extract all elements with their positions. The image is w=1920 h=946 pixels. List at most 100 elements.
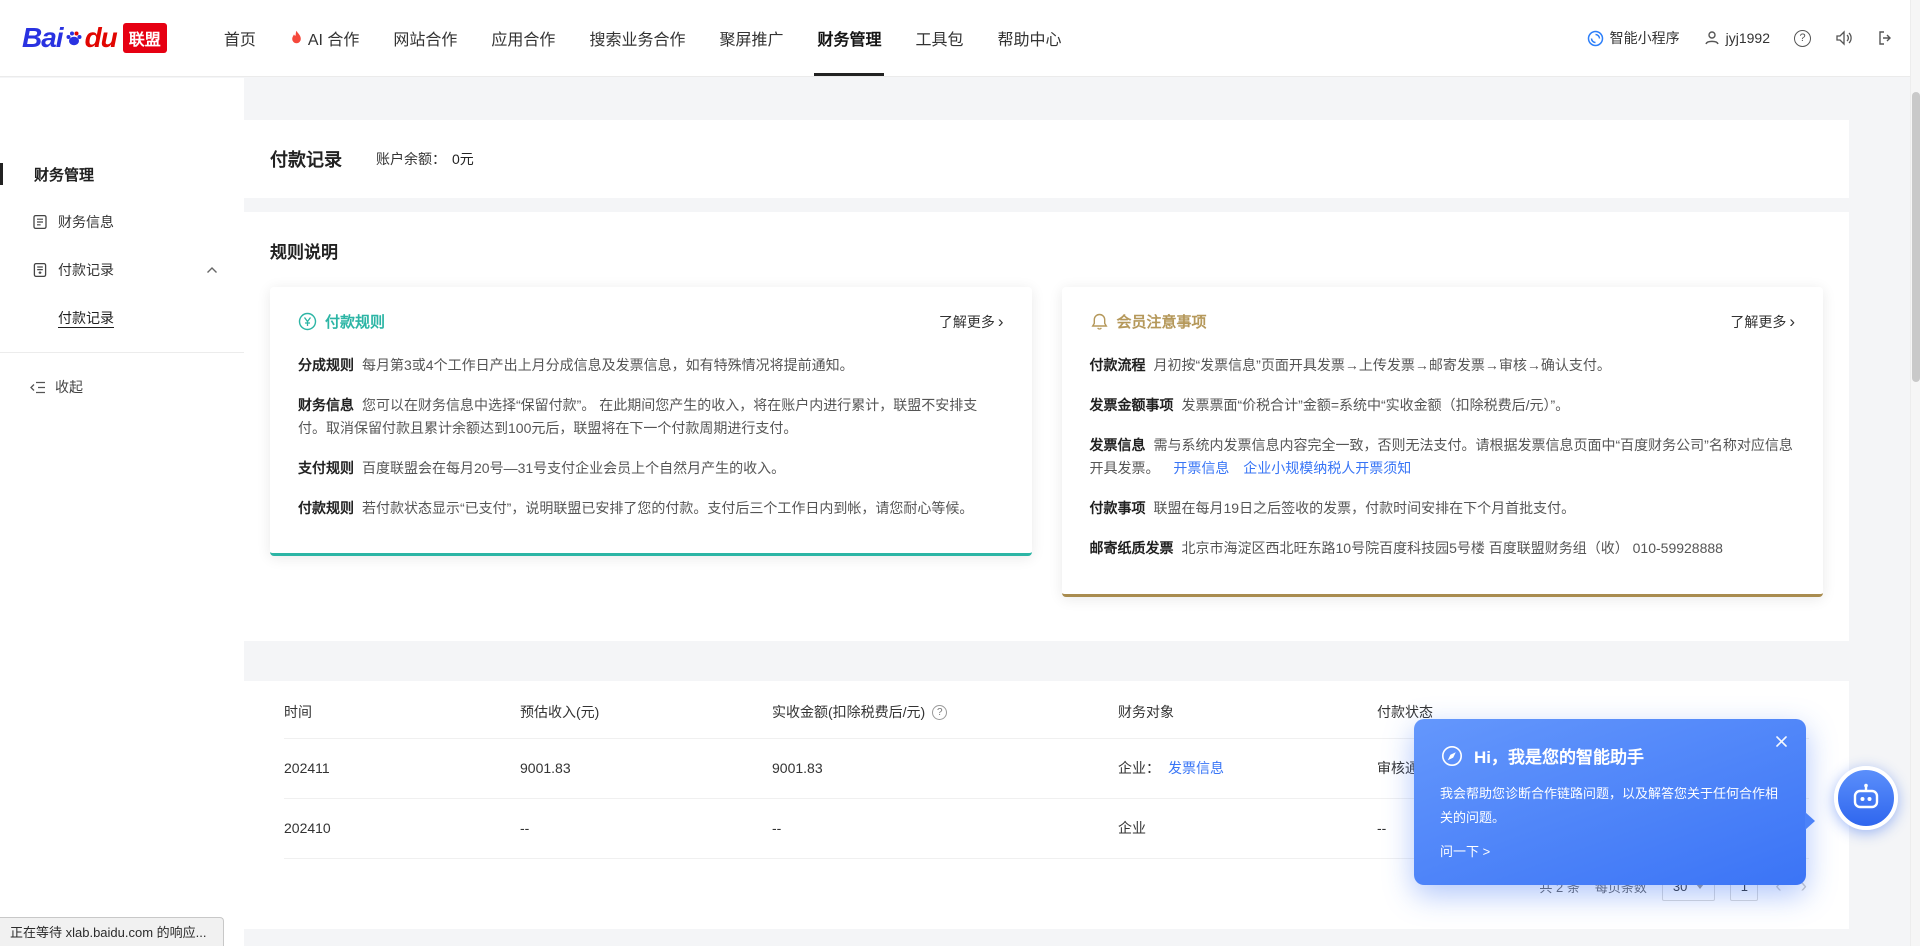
card-header: 会员注意事项 了解更多 › bbox=[1090, 311, 1796, 332]
target-label: 企业 bbox=[1118, 818, 1146, 838]
logo-text-bai: Bai bbox=[22, 22, 63, 54]
nav-item-home[interactable]: 首页 bbox=[207, 0, 273, 76]
sidebar-item-finance-info[interactable]: 财务信息 bbox=[0, 198, 244, 246]
collapse-sidebar-button[interactable]: 收起 bbox=[0, 363, 244, 411]
help-icon[interactable]: ? bbox=[1794, 30, 1811, 47]
sidebar-subitem-label: 付款记录 bbox=[58, 308, 114, 328]
sidebar-item-finance-management[interactable]: 财务管理 bbox=[0, 150, 244, 198]
rule-label: 发票金额事项 bbox=[1090, 397, 1174, 413]
top-navigation: Bai du 联盟 首页 AI 合作 网站合作 应用合作 搜索业务合作 聚屏推广… bbox=[0, 0, 1920, 77]
rule-text: 若付款状态显示“已支付”，说明联盟已安排了您的付款。支付后三个工作日内到帐，请您… bbox=[362, 500, 973, 516]
main-nav: 首页 AI 合作 网站合作 应用合作 搜索业务合作 聚屏推广 财务管理 工具包 … bbox=[207, 0, 1079, 76]
learn-more-link[interactable]: 了解更多 › bbox=[939, 312, 1004, 332]
bell-icon bbox=[1090, 312, 1109, 331]
info-icon[interactable]: ? bbox=[932, 705, 947, 720]
small-taxpayer-invoice-link[interactable]: 企业小规模纳税人开票须知 bbox=[1243, 460, 1411, 476]
invoice-info-row-link[interactable]: 发票信息 bbox=[1168, 758, 1224, 778]
sidebar-item-label: 付款记录 bbox=[58, 260, 114, 280]
rule-item: 邮寄纸质发票北京市海淀区西北旺东路10号院百度科技园5号楼 百度联盟财务组（收）… bbox=[1090, 537, 1796, 560]
nav-item-finance-management[interactable]: 财务管理 bbox=[800, 0, 898, 76]
assistant-title: Hi，我是您的智能助手 bbox=[1474, 743, 1644, 768]
rule-item: 付款流程月初按“发票信息”页面开具发票→上传发票→邮寄发票→审核→确认支付。 bbox=[1090, 354, 1796, 377]
miniapp-label: 智能小程序 bbox=[1610, 28, 1680, 48]
sidebar-item-payment-records[interactable]: 付款记录 bbox=[0, 246, 244, 294]
rule-label: 支付规则 bbox=[298, 460, 354, 476]
nav-item-website-cooperation[interactable]: 网站合作 bbox=[376, 0, 474, 76]
rule-text: 北京市海淀区西北旺东路10号院百度科技园5号楼 百度联盟财务组（收） 010-5… bbox=[1182, 540, 1723, 556]
rule-text: 联盟在每月19日之后签收的发票，付款时间安排在下个月首批支付。 bbox=[1154, 500, 1576, 516]
scrollbar[interactable] bbox=[1910, 0, 1920, 946]
cell-actual: 9001.83 bbox=[772, 760, 1118, 776]
baidu-union-logo[interactable]: Bai du 联盟 bbox=[22, 22, 167, 54]
balance-value: 0元 bbox=[452, 149, 474, 169]
balance-label: 账户余额： bbox=[376, 149, 446, 169]
rule-text: 发票票面“价税合计”金额=系统中“实收金额（扣除税费后/元）”。 bbox=[1182, 397, 1570, 413]
cell-estimated: -- bbox=[520, 820, 772, 836]
smart-miniapp-entry[interactable]: 智能小程序 bbox=[1587, 28, 1680, 48]
sidebar-subitem-payment-records[interactable]: 付款记录 bbox=[0, 294, 244, 342]
compass-icon bbox=[1440, 744, 1464, 768]
username: jyj1992 bbox=[1726, 30, 1770, 46]
logout-icon[interactable] bbox=[1877, 30, 1894, 46]
sidebar-divider bbox=[0, 352, 244, 353]
nav-item-toolkit[interactable]: 工具包 bbox=[898, 0, 980, 76]
user-account[interactable]: jyj1992 bbox=[1704, 30, 1770, 46]
fire-icon bbox=[290, 30, 303, 46]
member-notes-card: 会员注意事项 了解更多 › 付款流程月初按“发票信息”页面开具发票→上传发票→邮… bbox=[1062, 287, 1824, 597]
rule-item: 支付规则百度联盟会在每月20号—31号支付企业会员上个自然月产生的收入。 bbox=[298, 457, 1004, 480]
rule-item: 发票金额事项发票票面“价税合计”金额=系统中“实收金额（扣除税费后/元）”。 bbox=[1090, 394, 1796, 417]
rule-item: 分成规则每月第3或4个工作日产出上月分成信息及发票信息，如有特殊情况将提前通知。 bbox=[298, 354, 1004, 377]
target-label: 企业： bbox=[1118, 758, 1160, 778]
ask-button[interactable]: 问一下 > bbox=[1440, 841, 1490, 860]
sidebar-section-label: 财务管理 bbox=[34, 164, 94, 185]
rule-item: 发票信息需与系统内发票信息内容完全一致，否则无法支付。请根据发票信息页面中“百度… bbox=[1090, 434, 1796, 480]
receipt-icon bbox=[32, 262, 48, 278]
nav-label: 网站合作 bbox=[393, 26, 457, 50]
chevron-up-icon bbox=[206, 266, 218, 274]
browser-status-bar: 正在等待 xlab.baidu.com 的响应... bbox=[0, 917, 224, 946]
speaker-icon[interactable] bbox=[1835, 30, 1853, 46]
rule-label: 发票信息 bbox=[1090, 437, 1146, 453]
cell-actual: -- bbox=[772, 820, 1118, 836]
chevron-right-icon: › bbox=[1789, 313, 1795, 330]
nav-item-ai-cooperation[interactable]: AI 合作 bbox=[273, 0, 377, 76]
page-title: 付款记录 bbox=[270, 146, 342, 172]
coin-circle-icon bbox=[298, 312, 317, 331]
cell-target: 企业： 发票信息 bbox=[1118, 758, 1377, 778]
assistant-message: 我会帮助您诊断合作链路问题，以及解答您关于任何合作相关的问题。 bbox=[1440, 782, 1782, 829]
collapse-label: 收起 bbox=[55, 377, 83, 397]
popup-tail bbox=[1805, 812, 1815, 830]
close-icon[interactable] bbox=[1775, 735, 1788, 748]
rules-title: 规则说明 bbox=[270, 238, 1823, 263]
page-header-panel: 付款记录 账户余额： 0元 bbox=[244, 120, 1849, 198]
scrollbar-thumb[interactable] bbox=[1912, 92, 1920, 382]
nav-item-juping-promotion[interactable]: 聚屏推广 bbox=[702, 0, 800, 76]
collapse-icon bbox=[30, 381, 46, 394]
nav-item-help-center[interactable]: 帮助中心 bbox=[981, 0, 1079, 76]
rules-panel: 规则说明 付款规则 了解更多 › 分成规则每月第3或4个工作日产出上月分成信息及… bbox=[244, 212, 1849, 641]
invoice-info-link[interactable]: 开票信息 bbox=[1173, 460, 1229, 476]
nav-label: AI 合作 bbox=[308, 26, 360, 50]
nav-label: 聚屏推广 bbox=[719, 26, 783, 50]
union-badge: 联盟 bbox=[123, 23, 167, 53]
nav-label: 工具包 bbox=[915, 26, 963, 50]
nav-label: 应用合作 bbox=[491, 26, 555, 50]
assistant-header: Hi，我是您的智能助手 bbox=[1440, 743, 1780, 768]
learn-more-label: 了解更多 bbox=[939, 312, 995, 332]
rule-cards: 付款规则 了解更多 › 分成规则每月第3或4个工作日产出上月分成信息及发票信息，… bbox=[270, 287, 1823, 597]
account-balance: 账户余额： 0元 bbox=[376, 149, 474, 169]
col-estimated-income: 预估收入(元) bbox=[520, 702, 772, 722]
rule-label: 邮寄纸质发票 bbox=[1090, 540, 1174, 556]
robot-icon bbox=[1849, 781, 1883, 815]
nav-label: 财务管理 bbox=[817, 26, 881, 50]
baidu-paw-icon bbox=[64, 28, 84, 48]
nav-item-app-cooperation[interactable]: 应用合作 bbox=[474, 0, 572, 76]
assistant-robot-button[interactable] bbox=[1834, 766, 1898, 830]
rule-label: 付款流程 bbox=[1090, 357, 1146, 373]
rule-label: 财务信息 bbox=[298, 397, 354, 413]
rule-text: 月初按“发票信息”页面开具发票→上传发票→邮寄发票→审核→确认支付。 bbox=[1154, 357, 1611, 373]
learn-more-label: 了解更多 bbox=[1730, 312, 1786, 332]
nav-item-search-business[interactable]: 搜索业务合作 bbox=[572, 0, 702, 76]
learn-more-link[interactable]: 了解更多 › bbox=[1730, 312, 1795, 332]
sidebar-item-label: 财务信息 bbox=[58, 212, 114, 232]
